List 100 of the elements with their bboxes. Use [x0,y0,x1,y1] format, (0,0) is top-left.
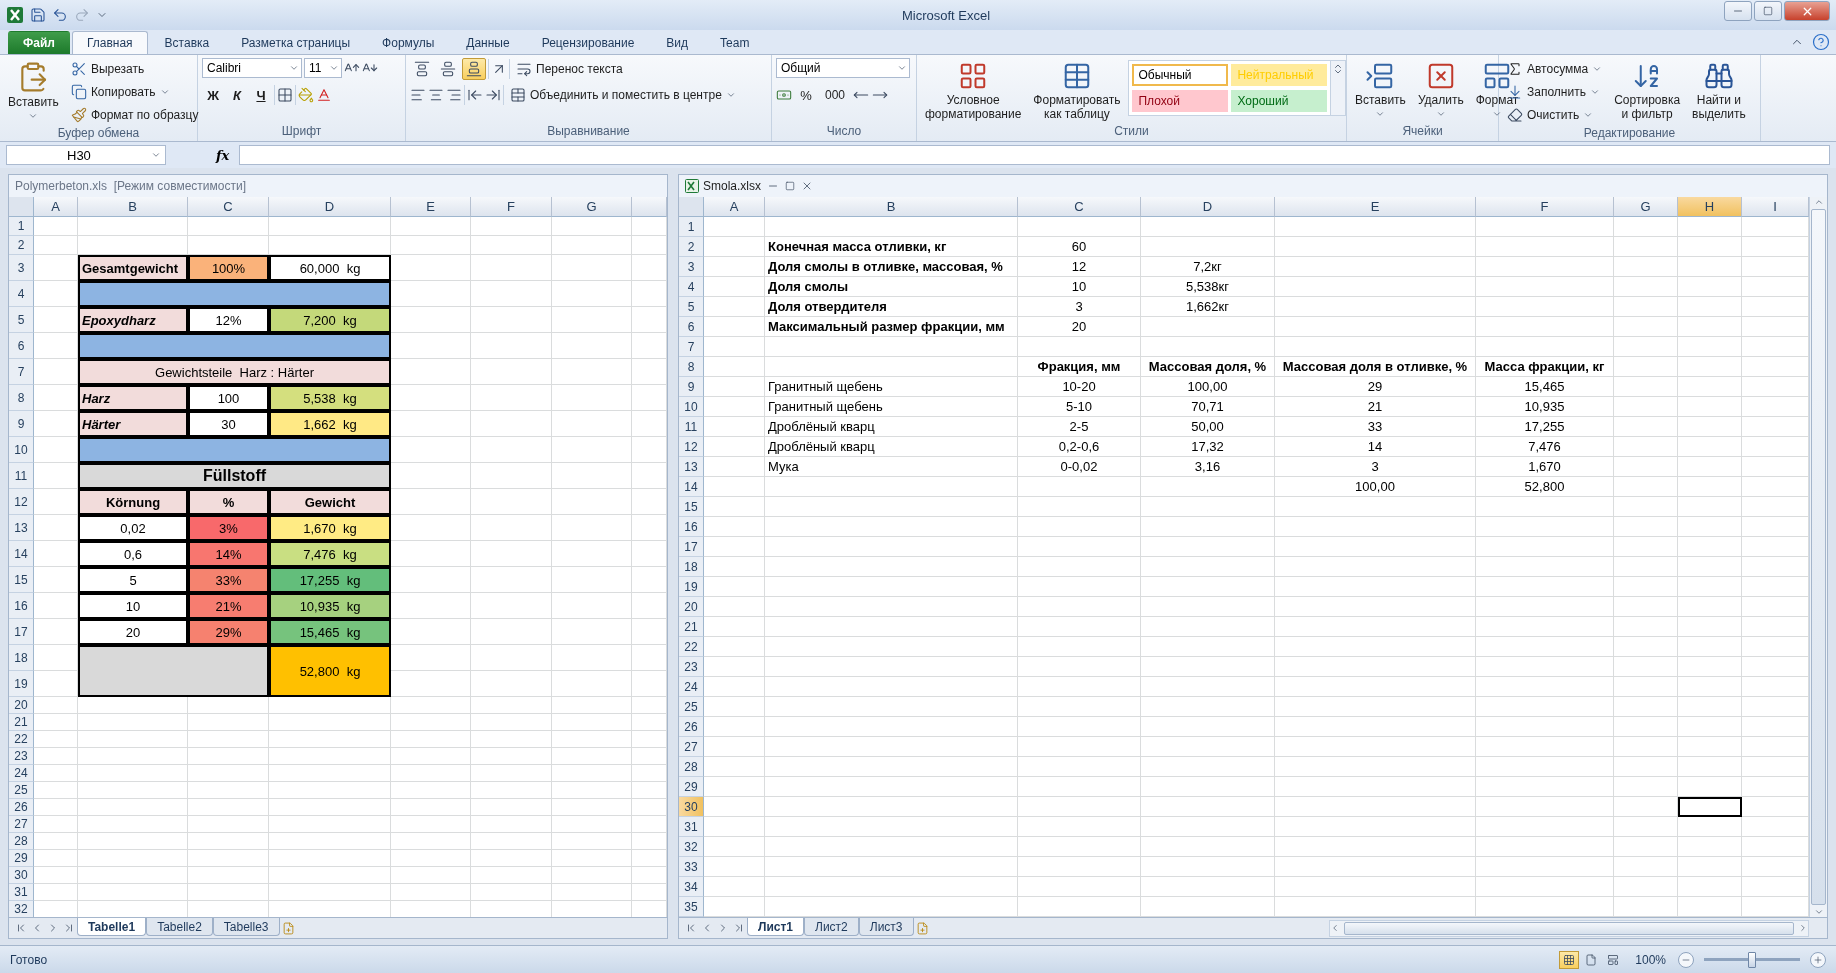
view-button[interactable] [1559,950,1580,969]
wrap-text-button[interactable]: Перенос текста [512,58,627,80]
column-header[interactable]: H [1678,197,1742,217]
format-painter-button[interactable]: Формат по образцу [66,104,203,126]
row-header[interactable]: 31 [9,884,34,901]
row-header[interactable]: 14 [9,541,34,567]
row-header[interactable]: 15 [9,567,34,593]
column-header[interactable]: F [1476,197,1614,217]
column-header[interactable]: G [1614,197,1678,217]
column-header[interactable]: B [765,197,1018,217]
row-header[interactable]: 27 [9,816,34,833]
column-header[interactable]: A [704,197,765,217]
slider-thumb[interactable] [1748,951,1756,968]
row-header[interactable]: 8 [9,385,34,411]
row-header[interactable]: 6 [9,333,34,359]
row-header[interactable]: 20 [679,597,704,617]
row-header[interactable]: 20 [9,697,34,714]
zoom-out-button[interactable] [1678,951,1694,968]
sheet-tab[interactable]: Tabelle2 [146,918,213,936]
row-header[interactable]: 15 [679,497,704,517]
font-size-field[interactable]: 11 [304,58,342,78]
row-header[interactable]: 28 [679,757,704,777]
zoom-in-button[interactable] [1810,951,1826,968]
row-header[interactable]: 5 [9,307,34,333]
row-header[interactable]: 10 [9,437,34,463]
row-header[interactable]: 27 [679,737,704,757]
row-header[interactable]: 9 [679,377,704,397]
row-header[interactable]: 32 [679,837,704,857]
column-header[interactable]: B [78,197,188,217]
ribbon-tab[interactable]: Файл [8,31,70,54]
ribbon-tab[interactable]: Рецензирование [526,31,650,54]
vertical-scrollbar[interactable] [1809,197,1827,917]
column-header[interactable]: A [34,197,78,217]
font-name-field[interactable]: Calibri [202,58,302,78]
ribbon-tab[interactable]: Вид [651,31,704,54]
row-header[interactable]: 21 [679,617,704,637]
sort-filter-button[interactable]: Сортировка и фильтр [1610,58,1685,124]
row-header[interactable]: 3 [9,255,34,281]
row-header[interactable]: 9 [9,411,34,437]
row-header[interactable]: 1 [679,217,704,237]
row-header[interactable]: 26 [9,799,34,816]
ribbon-tab[interactable]: Главная [71,31,148,54]
row-header[interactable]: 30 [679,797,704,817]
row-header[interactable]: 25 [9,782,34,799]
sheet-tab[interactable]: Лист3 [858,918,914,936]
row-header[interactable]: 34 [679,877,704,897]
ribbon-tab[interactable]: Формулы [367,31,450,54]
column-header[interactable]: E [1275,197,1476,217]
cell-style-option[interactable]: Хороший [1231,90,1328,112]
row-header[interactable]: 11 [679,417,704,437]
row-header[interactable]: 26 [679,717,704,737]
column-header[interactable]: E [391,197,471,217]
row-header[interactable]: 1 [9,217,34,236]
column-header[interactable]: G [552,197,632,217]
row-header[interactable]: 19 [679,577,704,597]
row-header[interactable]: 12 [9,489,34,515]
row-header[interactable]: 13 [9,515,34,541]
row-header[interactable]: 33 [679,857,704,877]
conditional-formatting-button[interactable]: Условное форматирование [921,58,1026,124]
row-header[interactable]: 30 [9,867,34,884]
row-header[interactable]: 23 [679,657,704,677]
row-header[interactable]: 22 [679,637,704,657]
row-header[interactable]: 16 [679,517,704,537]
column-header[interactable]: F [471,197,552,217]
row-header[interactable]: 17 [9,619,34,645]
sheet-tab[interactable]: Tabelle3 [212,918,280,936]
column-header[interactable]: C [188,197,269,217]
row-header[interactable]: 10 [679,397,704,417]
row-header[interactable]: 23 [9,748,34,765]
row-header[interactable]: 12 [679,437,704,457]
row-header[interactable]: 3 [679,257,704,277]
ribbon-tab[interactable]: Данные [451,31,525,54]
cell-style-option[interactable]: Плохой [1132,90,1229,112]
row-header[interactable]: 18 [679,557,704,577]
row-header[interactable]: 5 [679,297,704,317]
ribbon-tab[interactable]: Team [705,31,765,54]
row-header[interactable]: 31 [679,817,704,837]
maximize-button[interactable] [1754,1,1782,21]
column-header[interactable]: I [1742,197,1809,217]
row-header[interactable]: 16 [9,593,34,619]
row-header[interactable]: 6 [679,317,704,337]
row-header[interactable]: 2 [9,236,34,255]
row-header[interactable]: 7 [9,359,34,385]
row-header[interactable]: 35 [679,897,704,917]
row-header[interactable]: 19 [9,671,34,697]
minimize-button[interactable] [1724,1,1752,21]
row-header[interactable]: 4 [679,277,704,297]
row-header[interactable]: 28 [9,833,34,850]
italic-button[interactable]: К [226,84,248,106]
percent-button[interactable]: % [795,84,817,106]
active-cell[interactable] [1678,797,1742,817]
column-header[interactable]: D [1141,197,1275,217]
horizontal-scrollbar[interactable] [1329,919,1809,937]
row-header[interactable]: 8 [679,357,704,377]
row-header[interactable]: 17 [679,537,704,557]
row-header[interactable]: 13 [679,457,704,477]
cut-button[interactable]: Вырезать [66,58,203,80]
row-header[interactable]: 7 [679,337,704,357]
sheet-tab[interactable]: Лист2 [804,918,859,936]
row-header[interactable]: 11 [9,463,34,489]
